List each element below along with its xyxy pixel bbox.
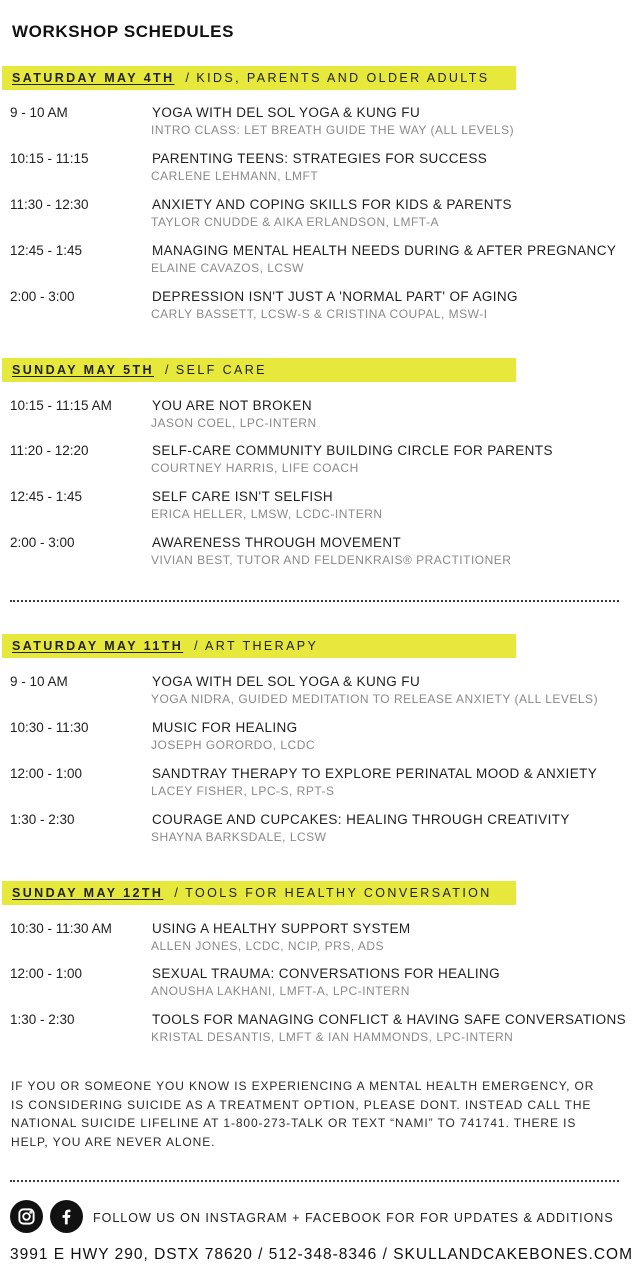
- session-presenter: COURTNEY HARRIS, LIFE COACH: [151, 461, 359, 475]
- section-header-may-11: SATURDAY MAY 11TH / ART THERAPY: [2, 634, 516, 658]
- session-time: 12:45 - 1:45: [10, 243, 83, 258]
- session-time: 2:00 - 3:00: [10, 535, 75, 550]
- session-presenter: KRISTAL DESANTIS, LMFT & IAN HAMMONDS, L…: [151, 1030, 514, 1044]
- footer-contact: 3991 E HWY 290, DSTX 78620 / 512-348-834…: [10, 1246, 633, 1263]
- section-separator: /: [174, 886, 181, 900]
- section-separator: /: [194, 639, 201, 653]
- session-presenter: ALLEN JONES, LCDC, NCIP, PRS, ADS: [151, 939, 385, 953]
- session-presenter: ERICA HELLER, LMSW, LCDC-INTERN: [151, 507, 383, 521]
- session-title: MANAGING MENTAL HEALTH NEEDS DURING & AF…: [152, 243, 617, 258]
- section-header-may-5: SUNDAY MAY 5TH / SELF CARE: [2, 358, 516, 382]
- session-time: 2:00 - 3:00: [10, 289, 75, 304]
- section-day: SUNDAY MAY 5TH: [12, 363, 154, 377]
- session-title: YOU ARE NOT BROKEN: [152, 398, 312, 413]
- session-title: AWARENESS THROUGH MOVEMENT: [152, 535, 402, 550]
- session-time: 10:15 - 11:15: [10, 151, 89, 166]
- session-title: COURAGE AND CUPCAKES: HEALING THROUGH CR…: [152, 812, 570, 827]
- section-day: SATURDAY MAY 4TH: [12, 71, 175, 85]
- section-separator: /: [164, 363, 171, 377]
- facebook-icon[interactable]: [50, 1200, 83, 1233]
- section-theme: TOOLS FOR HEALTHY CONVERSATION: [185, 886, 492, 900]
- session-title: SELF CARE ISN'T SELFISH: [152, 489, 334, 504]
- session-title: SELF-CARE COMMUNITY BUILDING CIRCLE FOR …: [152, 443, 553, 458]
- session-time: 11:20 - 12:20: [10, 443, 89, 458]
- session-time: 9 - 10 AM: [10, 674, 68, 689]
- section-day: SUNDAY MAY 12TH: [12, 886, 164, 900]
- session-presenter: LACEY FISHER, LPC-S, RPT-S: [151, 784, 335, 798]
- session-presenter: JASON COEL, LPC-INTERN: [151, 416, 317, 430]
- session-time: 9 - 10 AM: [10, 105, 68, 120]
- session-title: TOOLS FOR MANAGING CONFLICT & HAVING SAF…: [152, 1012, 627, 1027]
- section-header-may-4: SATURDAY MAY 4TH / KIDS, PARENTS AND OLD…: [2, 66, 516, 90]
- session-presenter: ANOUSHA LAKHANI, LMFT-A, LPC-INTERN: [151, 984, 410, 998]
- dotted-divider: [10, 600, 619, 602]
- section-theme: ART THERAPY: [205, 639, 319, 653]
- session-presenter: JOSEPH GORORDO, LCDC: [151, 738, 316, 752]
- session-title: USING A HEALTHY SUPPORT SYSTEM: [152, 921, 411, 936]
- session-presenter: CARLENE LEHMANN, LMFT: [151, 169, 319, 183]
- crisis-notice: IF YOU OR SOMEONE YOU KNOW IS EXPERIENCI…: [11, 1079, 595, 1149]
- section-day: SATURDAY MAY 11TH: [12, 639, 184, 653]
- instagram-icon[interactable]: [10, 1200, 43, 1233]
- session-title: SEXUAL TRAUMA: CONVERSATIONS FOR HEALING: [152, 966, 501, 981]
- dotted-divider: [10, 1180, 619, 1182]
- session-title: PARENTING TEENS: STRATEGIES FOR SUCCESS: [152, 151, 488, 166]
- session-time: 10:30 - 11:30: [10, 720, 89, 735]
- session-time: 10:15 - 11:15 AM: [10, 398, 112, 413]
- session-title: ANXIETY AND COPING SKILLS FOR KIDS & PAR…: [152, 197, 512, 212]
- section-theme: SELF CARE: [175, 363, 267, 377]
- page-title: WORKSHOP SCHEDULES: [12, 22, 235, 41]
- session-time: 12:00 - 1:00: [10, 766, 83, 781]
- session-presenter: YOGA NIDRA, GUIDED MEDITATION TO RELEASE…: [151, 692, 599, 706]
- session-time: 1:30 - 2:30: [10, 1012, 75, 1027]
- session-presenter: SHAYNA BARKSDALE, LCSW: [151, 830, 327, 844]
- section-separator: /: [185, 71, 192, 85]
- session-time: 12:45 - 1:45: [10, 489, 83, 504]
- session-presenter: CARLY BASSETT, LCSW-S & CRISTINA COUPAL,…: [151, 307, 488, 321]
- session-title: MUSIC FOR HEALING: [152, 720, 298, 735]
- follow-text: FOLLOW US ON INSTAGRAM + FACEBOOK FOR FO…: [93, 1211, 614, 1225]
- session-time: 11:30 - 12:30: [10, 197, 89, 212]
- section-header-may-12: SUNDAY MAY 12TH / TOOLS FOR HEALTHY CONV…: [2, 881, 516, 905]
- session-presenter: INTRO CLASS: LET BREATH GUIDE THE WAY (A…: [151, 123, 515, 137]
- session-title: SANDTRAY THERAPY TO EXPLORE PERINATAL MO…: [152, 766, 598, 781]
- session-title: YOGA WITH DEL SOL YOGA & KUNG FU: [152, 105, 421, 120]
- section-theme: KIDS, PARENTS AND OLDER ADULTS: [196, 71, 490, 85]
- session-time: 12:00 - 1:00: [10, 966, 83, 981]
- session-time: 10:30 - 11:30 AM: [10, 921, 112, 936]
- session-presenter: ELAINE CAVAZOS, LCSW: [151, 261, 304, 275]
- session-presenter: VIVIAN BEST, TUTOR AND FELDENKRAIS® PRAC…: [151, 553, 512, 567]
- session-time: 1:30 - 2:30: [10, 812, 75, 827]
- session-title: DEPRESSION ISN'T JUST A 'NORMAL PART' OF…: [152, 289, 518, 304]
- session-presenter: TAYLOR CNUDDE & AIKA ERLANDSON, LMFT-A: [151, 215, 439, 229]
- session-title: YOGA WITH DEL SOL YOGA & KUNG FU: [152, 674, 421, 689]
